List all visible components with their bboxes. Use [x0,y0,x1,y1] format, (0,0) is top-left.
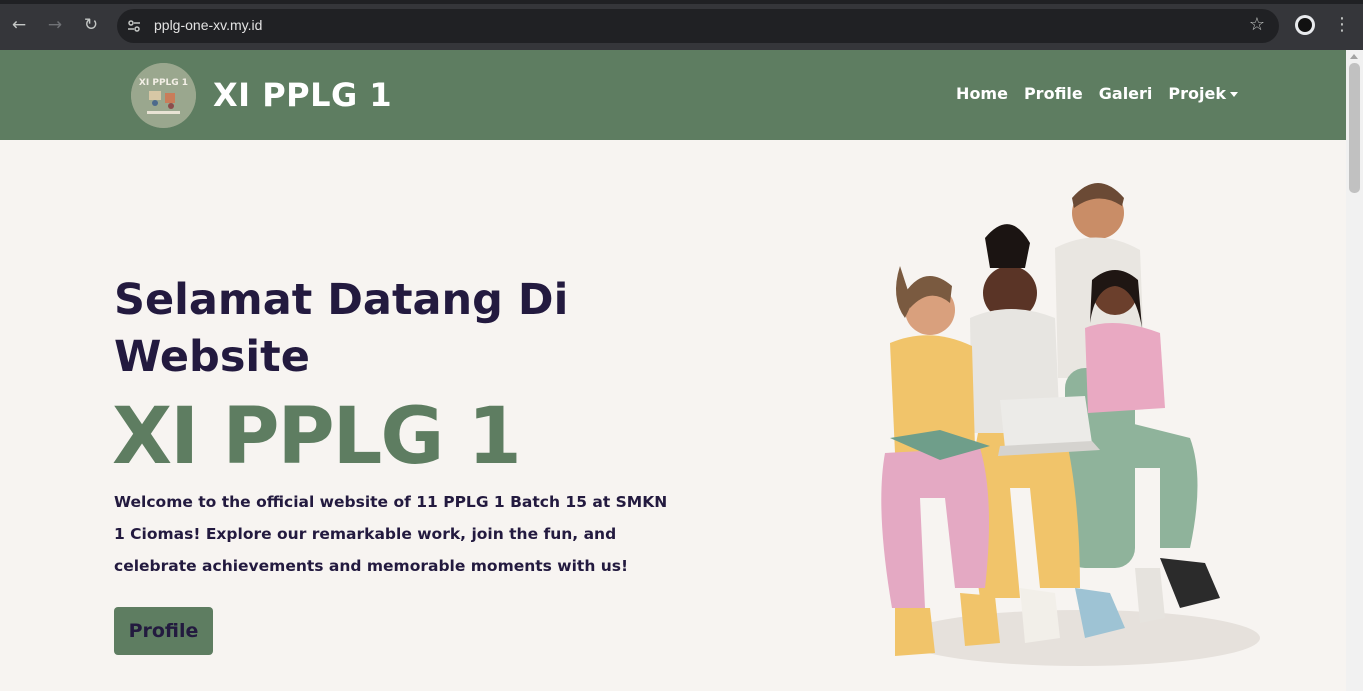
tab-strip [0,0,1363,4]
site-settings-icon[interactable] [127,19,141,33]
page-scrollbar[interactable] [1346,50,1363,691]
brand-title[interactable]: XI PPLG 1 [213,76,392,114]
profile-button[interactable]: Profile [114,607,213,655]
hero-description: Welcome to the official website of 11 PP… [114,493,668,575]
hero-heading: Selamat Datang Di Website [114,275,569,382]
scrollbar-thumb[interactable] [1349,63,1360,193]
class-logo[interactable]: XI PPLG 1 [131,63,196,128]
address-bar[interactable]: pplg-one-xv.my.id ☆ [117,9,1279,43]
site-navbar: XI PPLG 1 XI PPLG 1 Home Profile Galeri … [0,50,1346,140]
more-options-icon[interactable]: ⋮ [1333,14,1351,36]
bookmark-star-icon[interactable]: ☆ [1249,14,1265,35]
reload-icon[interactable]: ↻ [80,14,102,36]
nav-link-projek-label: Projek [1168,84,1226,103]
nav-link-projek[interactable]: Projek [1168,84,1238,103]
url-text[interactable]: pplg-one-xv.my.id [154,17,262,33]
nav-link-galeri[interactable]: Galeri [1099,84,1153,103]
chevron-down-icon [1230,92,1238,97]
profile-avatar-icon[interactable] [1295,15,1315,35]
forward-arrow-icon[interactable]: → [44,14,66,36]
main-menu: Home Profile Galeri Projek [956,84,1238,103]
browser-toolbar: ← → ↻ pplg-one-xv.my.id ☆ ⋮ [0,0,1363,50]
scroll-up-icon[interactable] [1350,54,1358,59]
logo-graphic: XI PPLG 1 [131,63,196,128]
nav-link-profile[interactable]: Profile [1024,84,1083,103]
back-arrow-icon[interactable]: ← [8,14,30,36]
hero-title: XI PPLG 1 [112,392,522,482]
svg-text:XI PPLG 1: XI PPLG 1 [139,78,188,88]
nav-link-home[interactable]: Home [956,84,1008,103]
students-illustration [881,183,1260,666]
